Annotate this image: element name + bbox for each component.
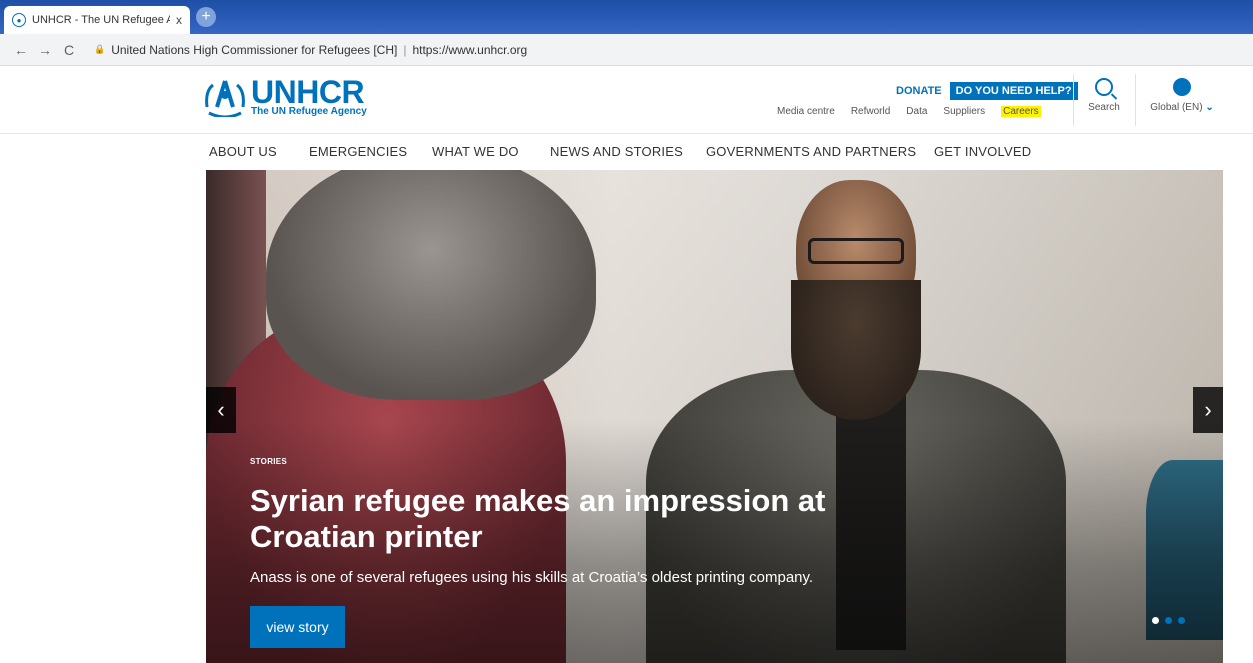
donate-link[interactable]: DONATE: [896, 85, 942, 97]
carousel-dots: [1152, 617, 1191, 624]
data-link[interactable]: Data: [906, 106, 927, 117]
search-icon: [1095, 78, 1113, 96]
careers-link[interactable]: Careers: [1001, 106, 1041, 117]
carousel-dot[interactable]: [1152, 617, 1159, 624]
language-selector[interactable]: Global (EN) ⌄: [1147, 78, 1217, 113]
search-label: Search: [1088, 102, 1120, 113]
brand-tagline: The UN Refugee Agency: [251, 106, 367, 117]
view-story-button[interactable]: view story: [250, 606, 345, 648]
hero-photo-woman-hair: [266, 170, 596, 400]
story-headline[interactable]: Syrian refugee makes an impression at Cr…: [250, 483, 890, 555]
back-icon[interactable]: ←: [10, 42, 32, 58]
browser-tab-bar: ● UNHCR - The UN Refugee Agen x +: [0, 0, 1253, 34]
tab-title: UNHCR - The UN Refugee Agen: [32, 14, 170, 26]
story-summary: Anass is one of several refugees using h…: [250, 569, 814, 586]
carousel-dot[interactable]: [1165, 617, 1172, 624]
header-divider: [1073, 74, 1074, 126]
media-centre-link[interactable]: Media centre: [777, 106, 835, 117]
browser-tab[interactable]: ● UNHCR - The UN Refugee Agen x: [4, 6, 190, 34]
hero-photo-glasses: [808, 238, 904, 264]
forward-icon[interactable]: →: [34, 42, 56, 58]
brand-name: UNHCR: [251, 74, 365, 110]
nav-what-we-do[interactable]: WHAT WE DO: [432, 144, 519, 159]
nav-emergencies[interactable]: EMERGENCIES: [309, 144, 407, 159]
address-bar: ← → C 🔒 United Nations High Commissioner…: [0, 34, 1253, 66]
refworld-link[interactable]: Refworld: [851, 106, 890, 117]
header-divider: [1135, 74, 1136, 126]
unhcr-emblem-icon: [205, 79, 245, 117]
story-category: STORIES: [250, 457, 288, 466]
hero-photo-man-beard: [791, 280, 921, 420]
site-identity: United Nations High Commissioner for Ref…: [111, 42, 398, 57]
hero-carousel: STORIES Syrian refugee makes an impressi…: [206, 170, 1223, 663]
nav-news-and-stories[interactable]: NEWS AND STORIES: [550, 144, 683, 159]
search-button[interactable]: Search: [1087, 78, 1121, 113]
help-button[interactable]: DO YOU NEED HELP?: [949, 82, 1078, 100]
url-separator: |: [403, 42, 407, 57]
url-text: https://www.unhcr.org: [412, 42, 528, 57]
nav-get-involved[interactable]: GET INVOLVED: [934, 144, 1031, 159]
carousel-next-button[interactable]: ›: [1193, 387, 1223, 433]
main-nav: ABOUT US EMERGENCIES WHAT WE DO NEWS AND…: [0, 134, 1253, 170]
utility-top: DONATE DO YOU NEED HELP?: [896, 82, 1078, 100]
unhcr-logo[interactable]: UNHCR The UN Refugee Agency: [203, 76, 367, 117]
globe-icon: [1173, 78, 1191, 96]
nav-governments-and-partners[interactable]: GOVERNMENTS AND PARTNERS: [706, 144, 916, 159]
url-input[interactable]: 🔒 United Nations High Commissioner for R…: [94, 43, 527, 57]
site-header: UNHCR The UN Refugee Agency DONATE DO YO…: [0, 66, 1253, 134]
nav-about-us[interactable]: ABOUT US: [209, 144, 277, 159]
lock-icon: 🔒: [94, 44, 106, 54]
tab-close-icon[interactable]: x: [176, 13, 182, 27]
chevron-down-icon: ⌄: [1205, 102, 1214, 113]
carousel-prev-button[interactable]: ‹: [206, 387, 236, 433]
unhcr-favicon-icon: ●: [12, 13, 26, 27]
reload-icon[interactable]: C: [58, 42, 80, 58]
suppliers-link[interactable]: Suppliers: [943, 106, 985, 117]
new-tab-button[interactable]: +: [196, 7, 216, 27]
utility-links: Media centre Refworld Data Suppliers Car…: [777, 106, 1057, 117]
global-label: Global (EN): [1150, 102, 1203, 113]
carousel-dot[interactable]: [1178, 617, 1185, 624]
